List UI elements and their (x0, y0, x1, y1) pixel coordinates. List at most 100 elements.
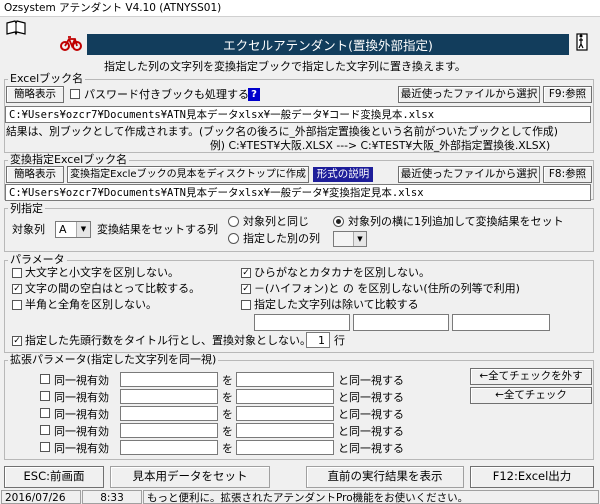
equivalence-suffix: と同一視する (338, 442, 404, 455)
equivalence-connector: を (222, 374, 233, 387)
other-column-label: 指定した別の列 (243, 232, 320, 245)
target-column-value: A (59, 223, 67, 236)
add-column-radio[interactable] (333, 216, 344, 227)
check-all-button[interactable]: ←全てチェック (470, 387, 592, 404)
password-checkbox[interactable] (70, 89, 80, 99)
equivalence-to-field[interactable] (236, 406, 334, 421)
parameters-group-label: パラメータ (8, 253, 67, 266)
equivalence-from-field[interactable] (120, 372, 218, 387)
equivalence-checkbox[interactable] (40, 442, 50, 452)
ignore-spaces-checkbox[interactable]: ✓ (12, 284, 22, 294)
convert-path-field[interactable]: C:¥Users¥ozcr7¥Documents¥ATN見本データxlsx¥一般… (5, 184, 591, 201)
add-column-label: 対象列の横に1列追加して変換結果をセット (348, 215, 564, 228)
equivalence-connector: を (222, 391, 233, 404)
convert-book-group-label: 変換指定Excelブック名 (8, 153, 130, 166)
ignore-width-label: 半角と全角を区別しない。 (25, 298, 157, 311)
status-date: 2016/07/26 (1, 490, 81, 504)
page-description: 指定した列の文字列を変換指定ブックで指定した文字列に置き換えます。 (104, 60, 466, 73)
equivalence-to-field[interactable] (236, 440, 334, 455)
result-note: 結果は、別ブックとして作成されます。(ブック名の後ろに_外部指定置換後という名前… (6, 125, 558, 138)
result-example: 例) C:¥TEST¥大阪.XLSX ---> C:¥TEST¥大阪_外部指定置… (210, 139, 551, 152)
book-icon[interactable] (6, 20, 26, 36)
equivalence-from-field[interactable] (120, 406, 218, 421)
column-spec-group-label: 列指定 (8, 202, 45, 215)
equivalence-enabled-label: 同一視有効 (54, 391, 109, 404)
esc-back-button[interactable]: ESC:前画面 (4, 466, 104, 488)
equivalence-suffix: と同一視する (338, 374, 404, 387)
status-message: もっと便利に。拡張されたアテンダントPro機能をお使いください。 (143, 490, 599, 504)
equivalence-suffix: と同一視する (338, 425, 404, 438)
show-last-result-button[interactable]: 直前の実行結果を表示 (306, 466, 464, 488)
ignore-case-checkbox[interactable] (12, 268, 22, 278)
equivalence-checkbox[interactable] (40, 425, 50, 435)
equivalence-connector: を (222, 425, 233, 438)
excel-path-field[interactable]: C:¥Users¥ozcr7¥Documents¥ATN見本データxlsx¥一般… (5, 106, 591, 123)
equivalence-to-field[interactable] (236, 423, 334, 438)
exit-door-icon[interactable] (574, 32, 592, 52)
header-rows-field[interactable]: 1 (306, 332, 330, 348)
target-column-label: 対象列 (12, 223, 45, 236)
status-time: 8:33 (82, 490, 142, 504)
other-column-radio[interactable] (228, 233, 239, 244)
header-rows-checkbox[interactable]: ✓ (12, 336, 22, 346)
excel-recent-files-button[interactable]: 最近使ったファイルから選択 (398, 86, 540, 103)
header-rows-label: 指定した先頭行数をタイトル行とし、置換対象としない。 (25, 334, 311, 347)
exclude-string-field-3[interactable] (452, 314, 550, 331)
equivalence-suffix: と同一視する (338, 408, 404, 421)
window-title: Ozsystem アテンダント V4.10 (ATNYSS01) (4, 2, 222, 14)
set-sample-data-button[interactable]: 見本用データをセット (110, 466, 270, 488)
equivalence-from-field[interactable] (120, 423, 218, 438)
ignore-hyphen-label: －(ハイフォン)と の を区別しない(住所の列等で利用) (254, 282, 520, 295)
equivalence-connector: を (222, 408, 233, 421)
convert-recent-files-button[interactable]: 最近使ったファイルから選択 (398, 166, 540, 183)
same-column-radio[interactable] (228, 216, 239, 227)
equivalence-from-field[interactable] (120, 440, 218, 455)
excel-simple-view-button[interactable]: 簡略表示 (6, 86, 64, 103)
excel-book-group-label: Excelブック名 (8, 72, 86, 85)
exclude-strings-checkbox[interactable] (241, 300, 251, 310)
excel-browse-button[interactable]: F9:参照 (543, 86, 592, 103)
page-banner: エクセルアテンダント(置換外部指定) (87, 34, 569, 55)
page-title: エクセルアテンダント(置換外部指定) (223, 38, 433, 53)
ignore-width-checkbox[interactable] (12, 300, 22, 310)
equivalence-checkbox[interactable] (40, 408, 50, 418)
equivalence-enabled-label: 同一視有効 (54, 442, 109, 455)
equivalence-enabled-label: 同一視有効 (54, 408, 109, 421)
same-column-label: 対象列と同じ (243, 215, 309, 228)
f12-excel-output-button[interactable]: F12:Excel出力 (470, 466, 594, 488)
ignore-spaces-label: 文字の間の空白はとって比較する。 (25, 282, 201, 295)
target-column-select[interactable]: A ▼ (55, 221, 91, 238)
password-help-button[interactable]: ? (248, 88, 260, 101)
equivalence-to-field[interactable] (236, 372, 334, 387)
chevron-down-icon: ▼ (353, 232, 366, 246)
equivalence-enabled-label: 同一視有効 (54, 425, 109, 438)
extended-params-group-label: 拡張パラメータ(指定した文字列を同一視) (8, 353, 219, 366)
convert-browse-button[interactable]: F8:参照 (543, 166, 592, 183)
ignore-kana-checkbox[interactable]: ✓ (241, 268, 251, 278)
equivalence-suffix: と同一視する (338, 391, 404, 404)
convert-simple-view-button[interactable]: 簡略表示 (6, 166, 64, 183)
exclude-strings-label: 指定した文字列は除いて比較する (254, 298, 419, 311)
title-bar: Ozsystem アテンダント V4.10 (ATNYSS01) (0, 0, 600, 17)
ignore-kana-label: ひらがなとカタカナを区別しない。 (254, 266, 430, 279)
ignore-hyphen-checkbox[interactable]: ✓ (241, 284, 251, 294)
result-column-label: 変換結果をセットする列 (97, 223, 218, 236)
exclude-string-field-2[interactable] (353, 314, 449, 331)
other-column-select[interactable]: ▼ (333, 231, 367, 247)
exclude-string-field-1[interactable] (254, 314, 350, 331)
equivalence-from-field[interactable] (120, 389, 218, 404)
bicycle-icon[interactable] (60, 34, 82, 52)
chevron-down-icon: ▼ (76, 222, 90, 237)
password-checkbox-label: パスワード付きブックも処理する (84, 88, 249, 101)
header-rows-value: 1 (318, 334, 325, 347)
uncheck-all-button[interactable]: ←全てチェックを外す (470, 368, 592, 385)
equivalence-checkbox[interactable] (40, 391, 50, 401)
ignore-case-label: 大文字と小文字を区別しない。 (25, 266, 179, 279)
equivalence-enabled-label: 同一視有効 (54, 374, 109, 387)
format-description-link[interactable]: 形式の説明 (313, 167, 373, 182)
equivalence-to-field[interactable] (236, 389, 334, 404)
create-sample-book-button[interactable]: 変換指定Excleブックの見本をディスクトップに作成 (67, 166, 309, 183)
equivalence-connector: を (222, 442, 233, 455)
header-rows-unit: 行 (334, 334, 345, 347)
equivalence-checkbox[interactable] (40, 374, 50, 384)
